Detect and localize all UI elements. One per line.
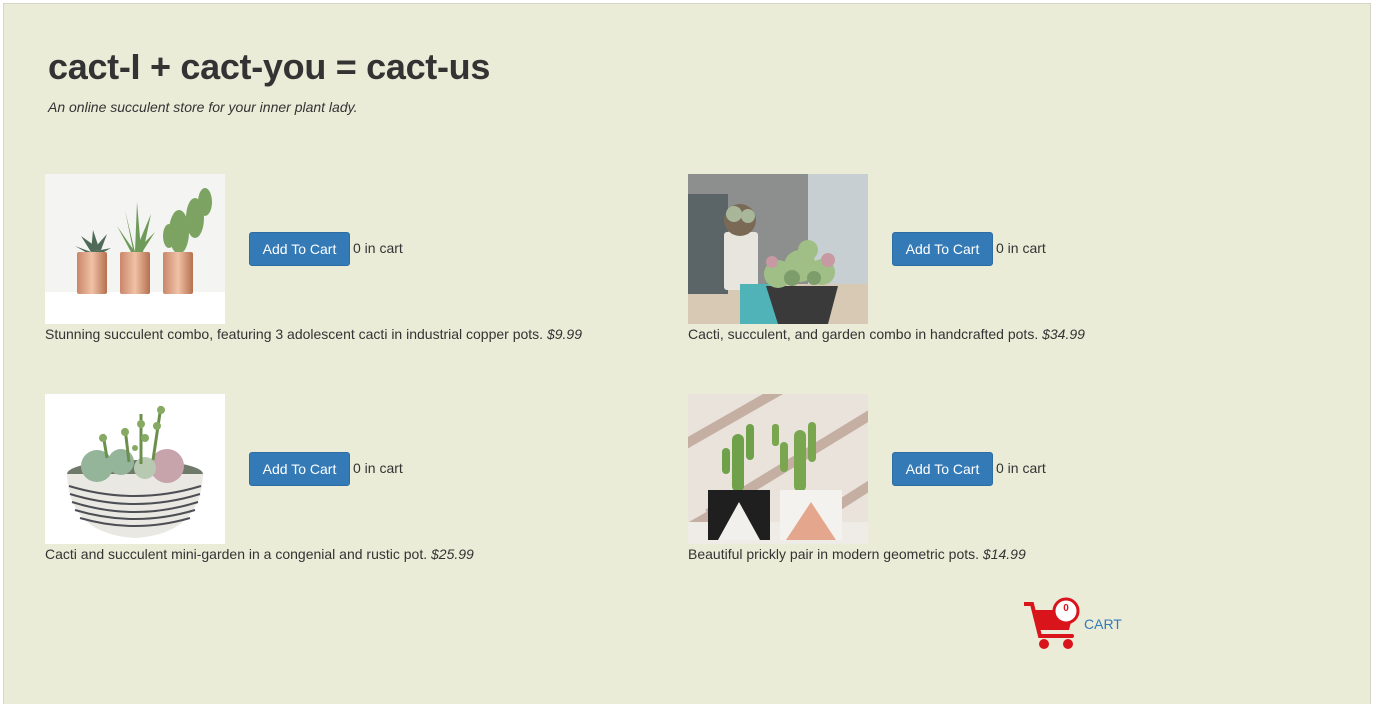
product-description-text: Beautiful prickly pair in modern geometr… <box>688 546 980 562</box>
product-price: $9.99 <box>546 326 583 342</box>
in-cart-count: 0 in cart <box>996 240 1046 256</box>
add-to-cart-button[interactable]: Add To Cart <box>249 232 350 266</box>
in-cart-count: 0 in cart <box>353 460 403 476</box>
product-description: Cacti and succulent mini-garden in a con… <box>45 546 474 562</box>
product-description-text: Stunning succulent combo, featuring 3 ad… <box>45 326 544 342</box>
cart-label[interactable]: CART <box>1084 616 1122 632</box>
page-container: cact-I + cact-you = cact-us An online su… <box>3 3 1371 704</box>
page-title: cact-I + cact-you = cact-us <box>48 46 491 87</box>
product-description-text: Cacti, succulent, and garden combo in ha… <box>688 326 1039 342</box>
product-price: $25.99 <box>431 546 474 562</box>
product-card: Add To Cart 0 in cart Cacti, succulent, … <box>688 174 1328 349</box>
product-price: $14.99 <box>982 546 1026 562</box>
product-description: Cacti, succulent, and garden combo in ha… <box>688 326 1085 342</box>
add-to-cart-button[interactable]: Add To Cart <box>892 452 993 486</box>
product-card: Add To Cart 0 in cart Cacti and succulen… <box>45 394 685 569</box>
page-tagline: An online succulent store for your inner… <box>48 99 358 115</box>
cart-link[interactable]: 0 CART <box>1024 594 1134 654</box>
product-card: Add To Cart 0 in cart Beautiful prickly … <box>688 394 1328 569</box>
add-to-cart-button[interactable]: Add To Cart <box>249 452 350 486</box>
product-image-geometric-pots <box>688 394 868 544</box>
cart-count-badge: 0 <box>1063 603 1069 614</box>
product-description: Beautiful prickly pair in modern geometr… <box>688 546 1026 562</box>
product-price: $34.99 <box>1042 326 1085 342</box>
product-description-text: Cacti and succulent mini-garden in a con… <box>45 546 428 562</box>
product-image-mini-garden <box>45 394 225 544</box>
in-cart-count: 0 in cart <box>353 240 403 256</box>
product-image-copper-pots <box>45 174 225 324</box>
product-description: Stunning succulent combo, featuring 3 ad… <box>45 326 582 342</box>
add-to-cart-button[interactable]: Add To Cart <box>892 232 993 266</box>
product-card: Add To Cart 0 in cart Stunning succulent… <box>45 174 685 349</box>
product-image-garden-combo <box>688 174 868 324</box>
in-cart-count: 0 in cart <box>996 460 1046 476</box>
